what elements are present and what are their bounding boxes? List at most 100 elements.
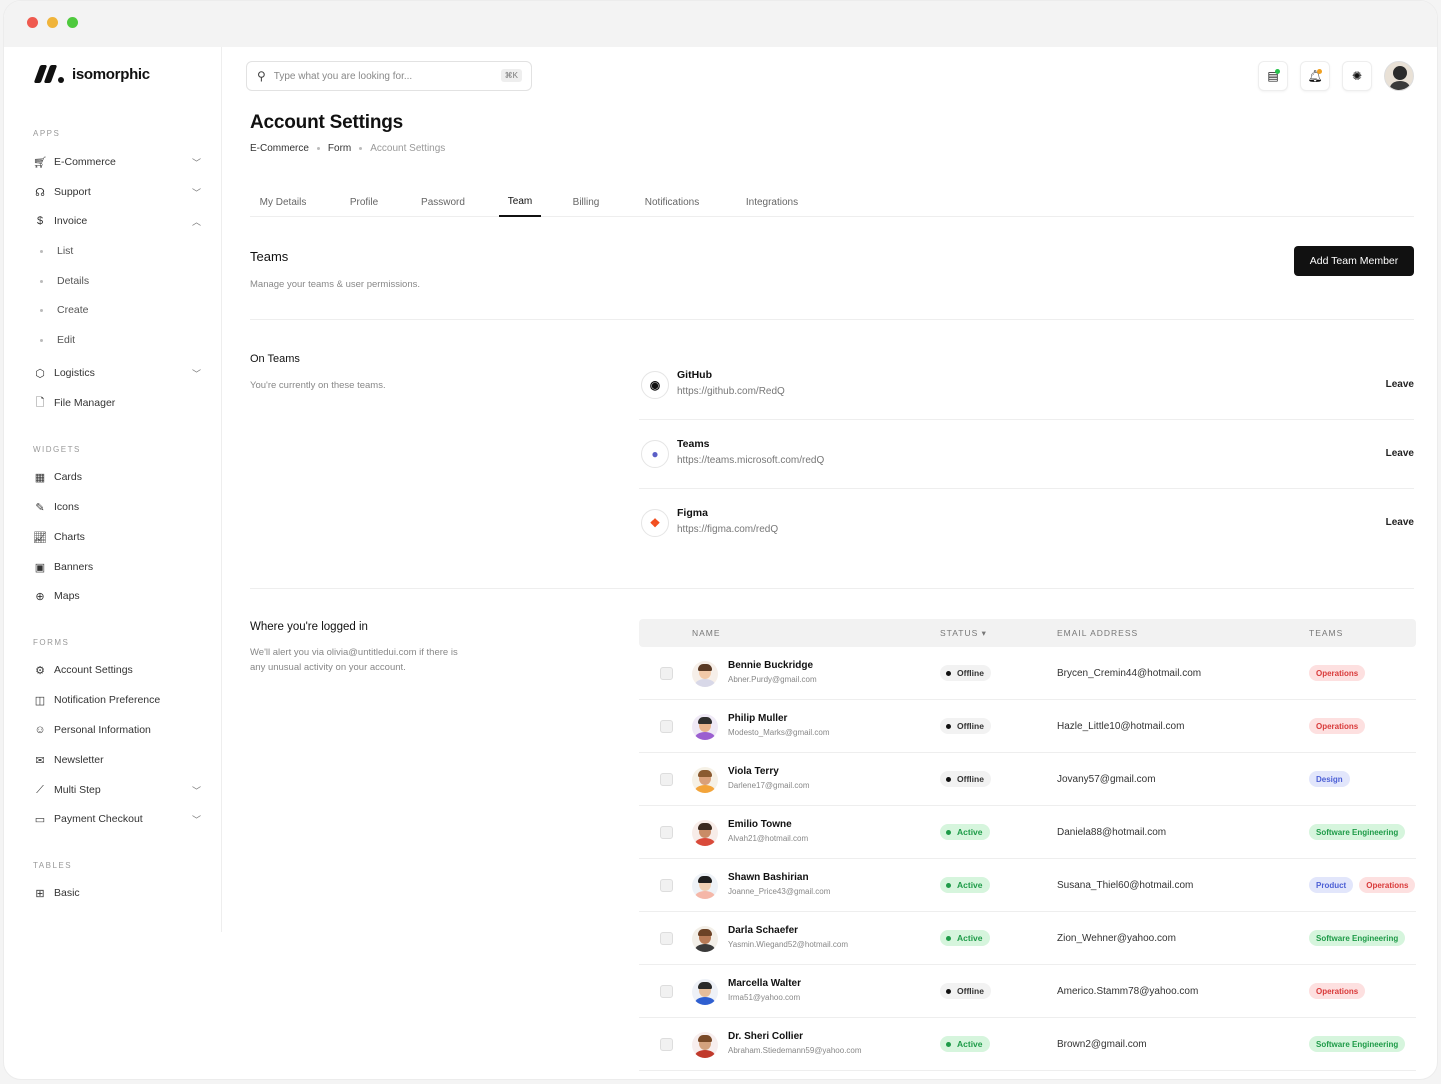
row-checkbox[interactable] <box>660 985 673 998</box>
sidebar-item-notification-preference[interactable]: ◫ Notification Preference <box>33 689 201 711</box>
avatar <box>692 979 718 1005</box>
tab-billing[interactable]: Billing <box>564 187 608 217</box>
sidebar-item-icons[interactable]: ✎ Icons <box>33 496 201 518</box>
member-name: Shawn Bashirian <box>728 872 809 883</box>
row-checkbox[interactable] <box>660 773 673 786</box>
table-row[interactable]: Marcella Walter Irma51@yahoo.com Offline… <box>639 965 1416 1018</box>
row-checkbox[interactable] <box>660 720 673 733</box>
notifications-button[interactable]: 🔔︎ <box>1300 61 1330 91</box>
notification-dot <box>1275 69 1280 74</box>
settings-button[interactable]: ✺ <box>1342 61 1372 91</box>
team-tag: Operations <box>1309 665 1366 681</box>
table-row[interactable]: Viola Terry Darlene17@gmail.com Offline … <box>639 753 1416 806</box>
sidebar-item-ecommerce[interactable]: 🛒︎ E-Commerce ﹀ <box>33 151 201 173</box>
row-checkbox[interactable] <box>660 879 673 892</box>
sidebar-subitem-create[interactable]: Create <box>40 304 89 316</box>
chevron-down-icon: ﹀ <box>191 368 201 379</box>
avatar <box>692 873 718 899</box>
table-row[interactable]: Darla Schaefer Yasmin.Wiegand52@hotmail.… <box>639 912 1416 965</box>
status-badge: Offline <box>940 983 991 999</box>
bell-icon: ◫ <box>34 694 46 707</box>
leave-team-button[interactable]: Leave <box>1386 379 1414 390</box>
sidebar-item-cards[interactable]: ▦ Cards <box>33 466 201 488</box>
team-url[interactable]: https://figma.com/redQ <box>677 524 778 535</box>
sidebar-item-account-settings[interactable]: ⚙ Account Settings <box>33 659 201 681</box>
table-row[interactable]: Shawn Bashirian Joanne_Price43@gmail.com… <box>639 859 1416 912</box>
team-url[interactable]: https://teams.microsoft.com/redQ <box>677 455 824 466</box>
steps-icon: ⟋ <box>36 783 44 796</box>
add-team-member-button[interactable]: Add Team Member <box>1294 246 1414 276</box>
team-tag: Operations <box>1309 983 1366 999</box>
messages-button[interactable]: ▤ <box>1258 61 1288 91</box>
column-header-name[interactable]: NAME <box>692 628 721 638</box>
table-row[interactable]: Dr. Sheri Collier Abraham.Stiedemann59@y… <box>639 1018 1416 1071</box>
table-row[interactable]: Bennie Buckridge Abner.Purdy@gmail.com O… <box>639 647 1416 700</box>
leave-team-button[interactable]: Leave <box>1386 448 1414 459</box>
row-checkbox[interactable] <box>660 667 673 680</box>
sidebar-subitem-list[interactable]: List <box>40 245 73 257</box>
logged-in-subtitle-line-1: We'll alert you via olivia@untitledui.co… <box>250 647 458 658</box>
sidebar-item-invoice[interactable]: $ Invoice ︿ <box>33 210 201 232</box>
tab-my-details[interactable]: My Details <box>250 187 316 217</box>
team-tag: Operations <box>1359 877 1416 893</box>
sidebar-item-maps[interactable]: ⊕ Maps <box>33 585 201 607</box>
member-sub-email: Yasmin.Wiegand52@hotmail.com <box>728 940 849 949</box>
status-badge: Active <box>940 1036 990 1052</box>
shortcut-badge: ⌘K <box>500 69 522 82</box>
file-icon: 🗋︎ <box>35 396 45 409</box>
search-input[interactable]: ⚲ Type what you are looking for... ⌘K <box>246 61 532 91</box>
column-header-teams[interactable]: TEAMS <box>1309 628 1343 638</box>
sidebar-item-multi-step[interactable]: ⟋ Multi Step ﹀ <box>33 779 201 801</box>
tab-profile[interactable]: Profile <box>338 187 390 217</box>
sidebar-item-support[interactable]: ☊ Support ﹀ <box>33 181 201 203</box>
sidebar-subitem-details[interactable]: Details <box>40 275 89 287</box>
sidebar-item-label: E-Commerce <box>54 156 116 168</box>
breadcrumb-item[interactable]: E-Commerce <box>250 143 309 154</box>
logo[interactable]: isomorphic <box>33 65 150 83</box>
sidebar-subitem-edit[interactable]: Edit <box>40 334 75 346</box>
tab-notifications[interactable]: Notifications <box>632 187 712 217</box>
sidebar-item-personal-information[interactable]: ☺ Personal Information <box>33 719 201 741</box>
close-window-button[interactable] <box>27 17 38 28</box>
row-checkbox[interactable] <box>660 1038 673 1051</box>
member-email: Hazle_Little10@hotmail.com <box>1057 721 1185 732</box>
search-icon: ⚲ <box>257 69 266 83</box>
table-row[interactable]: Emilio Towne Alvah21@hotmail.com Active … <box>639 806 1416 859</box>
breadcrumb-item[interactable]: Form <box>328 143 351 154</box>
table-row[interactable]: Philip Muller Modesto_Marks@gmail.com Of… <box>639 700 1416 753</box>
sidebar-item-file-manager[interactable]: 🗋︎ File Manager <box>33 392 201 414</box>
tab-integrations[interactable]: Integrations <box>734 187 810 217</box>
leave-team-button[interactable]: Leave <box>1386 517 1414 528</box>
member-email: Susana_Thiel60@hotmail.com <box>1057 880 1194 891</box>
team-name: Teams <box>677 438 710 450</box>
sidebar-item-charts[interactable]: 📈︎ Charts <box>33 526 201 548</box>
sidebar-item-label: Support <box>54 186 91 198</box>
chevron-down-icon: ﹀ <box>191 187 201 198</box>
team-tags: Operations <box>1309 983 1416 999</box>
minimize-window-button[interactable] <box>47 17 58 28</box>
sidebar-item-banners[interactable]: ▣ Banners <box>33 556 201 578</box>
chart-icon: 📈︎ <box>33 531 47 544</box>
cart-icon: 🛒︎ <box>33 156 47 169</box>
column-header-email[interactable]: EMAIL ADDRESS <box>1057 628 1138 638</box>
member-sub-email: Darlene17@gmail.com <box>728 781 810 790</box>
user-avatar[interactable] <box>1384 61 1414 91</box>
sidebar-item-basic[interactable]: ⊞ Basic <box>33 882 201 904</box>
row-checkbox[interactable] <box>660 932 673 945</box>
row-checkbox[interactable] <box>660 826 673 839</box>
column-header-status[interactable]: STATUS ▾ <box>940 628 987 639</box>
team-url[interactable]: https://github.com/RedQ <box>677 386 785 397</box>
user-icon: ☺ <box>34 724 46 736</box>
status-dot <box>946 1041 951 1047</box>
sidebar-item-logistics[interactable]: ⬡ Logistics ﹀ <box>33 362 201 384</box>
maximize-window-button[interactable] <box>67 17 78 28</box>
tab-team[interactable]: Team <box>499 187 541 217</box>
chevron-down-icon: ﹀ <box>191 785 201 796</box>
notification-dot <box>1317 69 1322 74</box>
team-tag: Software Engineering <box>1309 930 1406 946</box>
sidebar-item-payment-checkout[interactable]: ▭ Payment Checkout ﹀ <box>33 808 201 830</box>
main-content: ⚲ Type what you are looking for... ⌘K ▤ … <box>223 47 1437 1079</box>
sidebar-item-newsletter[interactable]: ✉ Newsletter <box>33 749 201 771</box>
member-name: Viola Terry <box>728 766 779 777</box>
tab-password[interactable]: Password <box>410 187 476 217</box>
